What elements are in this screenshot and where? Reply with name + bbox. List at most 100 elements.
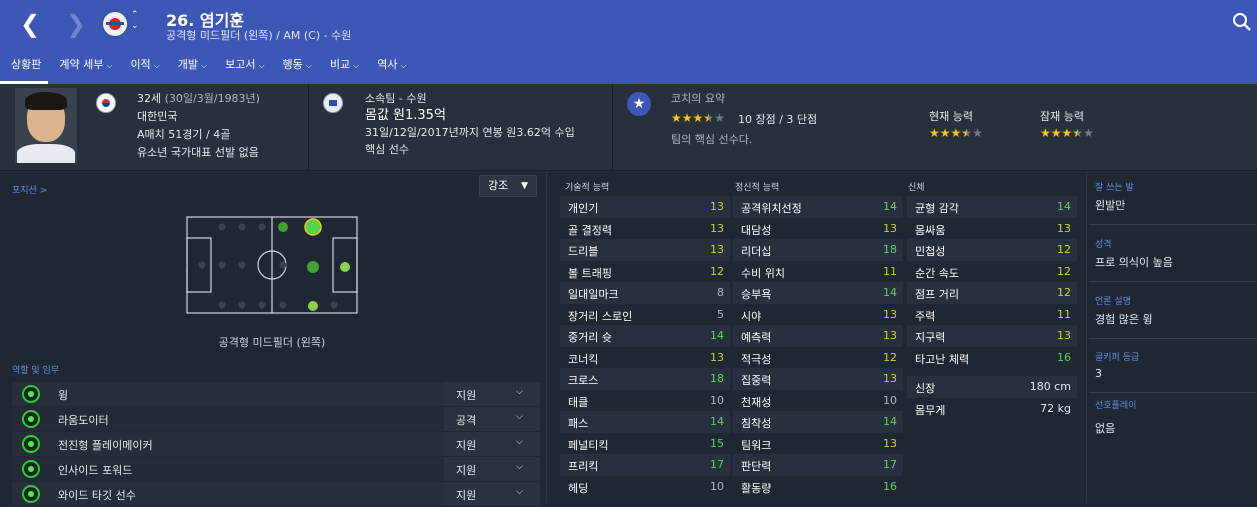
role-duty-dropdown[interactable]: 지원 ⌵ — [444, 432, 540, 456]
attribute-row[interactable]: 드리블 13 — [560, 239, 730, 261]
attribute-row[interactable]: 균형 감각 14 — [907, 196, 1077, 218]
weight-value: 72 kg — [1040, 401, 1071, 415]
attribute-name: 활동량 — [741, 481, 772, 495]
attribute-row[interactable]: 공격위치선정 14 — [733, 196, 903, 218]
tab-5[interactable]: 행동 ⌵ — [272, 54, 319, 84]
attribute-row[interactable]: 활동량 16 — [733, 476, 903, 498]
club-icon[interactable] — [323, 93, 343, 113]
attribute-row[interactable]: 적극성 12 — [733, 347, 903, 369]
potential-ability-label: 잠재 능력 — [1040, 110, 1084, 123]
attribute-value: 12 — [883, 350, 897, 364]
player-age: 32세 — [137, 92, 162, 105]
star-icon: ★ — [1061, 126, 1073, 140]
height-value: 180 cm — [1029, 380, 1071, 393]
player-details-panel: 잘 쓰는 발 왼발만 성격 프로 의식이 높음 언론 설명 경험 많은 윙 골키… — [1089, 172, 1257, 503]
player-photo — [15, 88, 77, 163]
chevron-down-icon: ⌵ — [258, 61, 265, 70]
attribute-row[interactable]: 리더십 18 — [733, 239, 903, 261]
attribute-row[interactable]: 일대일마크 8 — [560, 282, 730, 304]
role-duty-dropdown[interactable]: 공격 ⌵ — [444, 407, 540, 431]
tab-1[interactable]: 계약 세부 ⌵ — [48, 54, 119, 84]
attribute-row[interactable]: 헤딩 10 — [560, 476, 730, 498]
tab-3[interactable]: 개발 ⌵ — [167, 54, 214, 84]
attribute-value: 17 — [710, 458, 724, 471]
attribute-value: 14 — [883, 415, 897, 428]
tab-7[interactable]: 역사 ⌵ — [366, 54, 413, 84]
tab-0[interactable]: 상황판 — [0, 54, 49, 84]
attribute-name: 장거리 스로인 — [568, 309, 633, 323]
attribute-row[interactable]: 골 결정력 13 — [560, 218, 730, 240]
star-icon: ★ — [671, 111, 682, 125]
attribute-row[interactable]: 시야 13 — [733, 304, 903, 326]
physical-heading: 신체 — [908, 183, 925, 193]
page-header: ❮ ❯ ⌃ ⌄ 26. 염기훈 공격형 미드필더 (왼쪽) / AM (C) - … — [0, 0, 1257, 84]
attribute-value: 5 — [717, 307, 724, 321]
player-info-bar: 32세 (30일/3월/1983년) 대한민국 A매치 51경기 / 4골 유소… — [0, 84, 1257, 171]
tab-label: 상황판 — [11, 58, 42, 71]
attribute-row[interactable]: 예측력 13 — [733, 325, 903, 347]
star-icon: ★ — [1083, 126, 1094, 140]
role-row[interactable]: 전진형 플레이메이커 지원 ⌵ — [12, 432, 540, 456]
attribute-row[interactable]: 천재성 10 — [733, 390, 903, 412]
role-duty-dropdown[interactable]: 지원 ⌵ — [444, 457, 540, 481]
attribute-row[interactable]: 민첩성 12 — [907, 239, 1077, 261]
role-row[interactable]: 인사이드 포워드 지원 ⌵ — [12, 457, 540, 481]
positions-link[interactable]: 포지션 > — [12, 183, 47, 196]
attribute-row[interactable]: 주력 11 — [907, 304, 1077, 326]
club-badge-icon[interactable] — [101, 10, 129, 38]
attribute-row[interactable]: 침착성 14 — [733, 411, 903, 433]
attribute-name: 점프 거리 — [915, 288, 959, 301]
club-switch-chevrons-icon[interactable]: ⌃ ⌄ — [131, 10, 139, 32]
attribute-name: 드리블 — [568, 245, 599, 258]
contract-line: 31일/12일/2017년까지 연봉 원3.62억 수입 — [365, 126, 575, 139]
media-description-label: 언론 설명 — [1095, 297, 1131, 307]
attribute-row[interactable]: 대담성 13 — [733, 218, 903, 240]
tab-label: 개발 — [177, 58, 199, 71]
attribute-row[interactable]: 볼 트래핑 12 — [560, 261, 730, 283]
role-row[interactable]: 윙 지원 ⌵ — [12, 382, 540, 406]
attribute-row[interactable]: 순간 속도 12 — [907, 261, 1077, 283]
tab-4[interactable]: 보고서 ⌵ — [214, 54, 271, 84]
role-duty-dropdown[interactable]: 지원 ⌵ — [444, 382, 540, 406]
attribute-row[interactable]: 코너킥 13 — [560, 347, 730, 369]
attribute-name: 시야 — [741, 309, 762, 323]
attribute-value: 10 — [710, 479, 724, 493]
attribute-row[interactable]: 프리킥 17 — [560, 454, 730, 476]
tab-2[interactable]: 이적 ⌵ — [119, 54, 166, 84]
attribute-row[interactable]: 점프 거리 12 — [907, 282, 1077, 304]
chevron-down-icon: ⌵ — [516, 462, 523, 472]
attribute-value: 12 — [1057, 243, 1071, 256]
role-row[interactable]: 라움도이터 공격 ⌵ — [12, 407, 540, 431]
attribute-value: 16 — [1057, 350, 1071, 364]
korea-flag-icon[interactable] — [96, 93, 116, 113]
age-line: 32세 (30일/3월/1983년) — [137, 90, 260, 108]
attribute-row[interactable]: 장거리 스로인 5 — [560, 304, 730, 326]
attribute-row[interactable]: 판단력 17 — [733, 454, 903, 476]
attribute-row[interactable]: 페널티킥 15 — [560, 433, 730, 455]
attribute-row[interactable]: 크로스 18 — [560, 368, 730, 390]
tab-6[interactable]: 비교 ⌵ — [319, 54, 366, 84]
search-icon[interactable] — [1232, 12, 1252, 32]
nation: 대한민국 — [137, 110, 178, 123]
attribute-row[interactable]: 수비 위치 11 — [733, 261, 903, 283]
player-position-line: 공격형 미드필더 (왼쪽) / AM (C) - 수원 — [166, 29, 352, 42]
attribute-row[interactable]: 패스 14 — [560, 411, 730, 433]
emphasis-dropdown[interactable]: 강조 ▼ — [479, 175, 537, 197]
role-row[interactable]: 와이드 타깃 선수 지원 ⌵ — [12, 482, 540, 506]
attribute-row[interactable]: 집중력 13 — [733, 368, 903, 390]
role-name: 와이드 타깃 선수 — [58, 489, 136, 502]
attribute-row[interactable]: 개인기 13 — [560, 196, 730, 218]
attribute-row[interactable]: 태클 10 — [560, 390, 730, 412]
attribute-row[interactable]: 중거리 슛 14 — [560, 325, 730, 347]
attribute-row[interactable]: 지구력 13 — [907, 325, 1077, 347]
role-duty-dropdown[interactable]: 지원 ⌵ — [444, 482, 540, 506]
attribute-row[interactable]: 승부욕 14 — [733, 282, 903, 304]
attribute-name: 패스 — [568, 417, 589, 430]
attribute-row[interactable]: 타고난 체력 16 — [907, 347, 1077, 369]
back-arrow-icon[interactable]: ❮ — [20, 10, 40, 38]
chevron-down-icon: ⌵ — [516, 412, 523, 422]
attribute-row[interactable]: 팀워크 13 — [733, 433, 903, 455]
attribute-row[interactable]: 몸싸움 13 — [907, 218, 1077, 240]
attribute-value: 18 — [710, 372, 724, 385]
forward-arrow-icon[interactable]: ❯ — [66, 10, 86, 38]
